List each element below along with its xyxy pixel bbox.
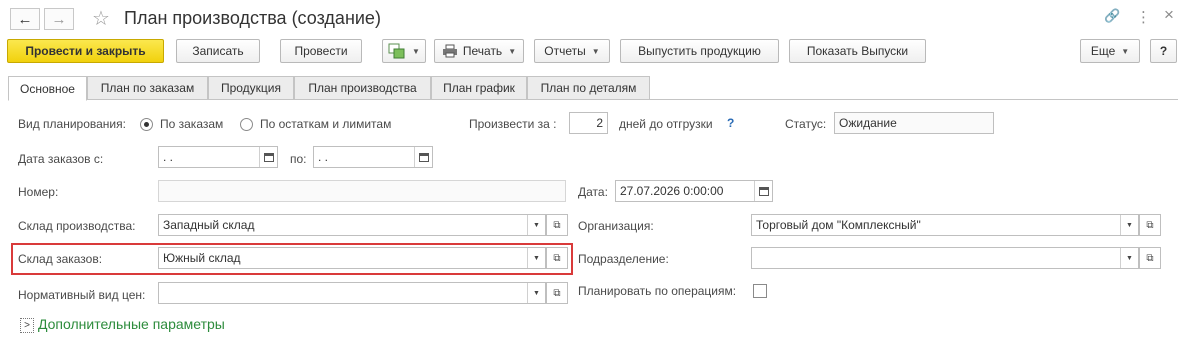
post-and-close-button[interactable]: Провести и закрыть (7, 39, 164, 63)
days-suffix-label: дней до отгрузки (619, 117, 713, 131)
dropdown-arrow-icon[interactable]: ▼ (527, 248, 545, 268)
create-based-on-icon (388, 43, 405, 59)
plan-by-operations-label: Планировать по операциям: (578, 284, 737, 298)
more-actions-icon[interactable]: ⋮ (1136, 8, 1151, 26)
chevron-down-icon: ▼ (412, 46, 420, 56)
open-warehouse-button[interactable]: ⧉ (546, 214, 568, 236)
date-from-input[interactable]: . . (158, 146, 278, 168)
printer-icon (442, 44, 457, 58)
dropdown-arrow-icon[interactable]: ▼ (527, 283, 545, 303)
open-form-icon: ⧉ (1146, 219, 1154, 231)
number-field[interactable] (158, 180, 566, 202)
open-price-type-button[interactable]: ⧉ (546, 282, 568, 304)
expand-chevron-icon[interactable]: > (20, 318, 34, 333)
production-warehouse-select[interactable]: Западный склад ▼ (158, 214, 546, 236)
release-products-button[interactable]: Выпустить продукцию (620, 39, 779, 63)
open-organization-button[interactable]: ⧉ (1139, 214, 1161, 236)
post-button[interactable]: Провести (280, 39, 362, 63)
print-button[interactable]: Печать ▼ (434, 39, 524, 63)
organization-select[interactable]: Торговый дом "Комплексный" ▼ (751, 214, 1139, 236)
forward-arrow-icon: → (51, 10, 67, 28)
link-icon[interactable]: 🔗 (1104, 8, 1120, 24)
document-date-input[interactable]: 27.07.2026 0:00:00 (615, 180, 773, 202)
help-button[interactable]: ? (1150, 39, 1177, 63)
number-label: Номер: (18, 185, 59, 199)
tab-products[interactable]: Продукция (208, 76, 294, 100)
status-label: Статус: (785, 117, 827, 131)
open-form-icon: ⧉ (553, 287, 561, 299)
more-button[interactable]: Еще ▼ (1080, 39, 1140, 63)
status-field: Ожидание (834, 112, 994, 134)
planning-type-label: Вид планирования: (18, 117, 126, 131)
radio-by-stock[interactable] (240, 118, 253, 131)
date-to-label: по: (290, 152, 307, 166)
produce-for-label: Произвести за : (469, 117, 557, 131)
tab-plan-by-orders[interactable]: План по заказам (87, 76, 208, 100)
produce-days-input[interactable]: 2 (569, 112, 608, 134)
dropdown-arrow-icon[interactable]: ▼ (1120, 215, 1138, 235)
radio-by-orders[interactable] (140, 118, 153, 131)
orders-date-from-label: Дата заказов с: (18, 152, 104, 166)
department-select[interactable]: ▼ (751, 247, 1139, 269)
price-type-label: Нормативный вид цен: (18, 288, 146, 302)
chevron-down-icon: ▼ (1121, 46, 1130, 56)
favorite-star-icon[interactable]: ☆ (92, 6, 110, 31)
window-title: План производства (создание) (124, 8, 381, 28)
radio-by-stock-label[interactable]: По остаткам и лимитам (260, 117, 391, 131)
back-button[interactable]: ← (10, 8, 40, 30)
radio-by-orders-label[interactable]: По заказам (160, 117, 223, 131)
show-releases-button[interactable]: Показать Выпуски (789, 39, 926, 63)
chevron-down-icon: ▼ (508, 46, 517, 56)
calendar-icon[interactable] (259, 147, 277, 167)
production-warehouse-label: Склад производства: (18, 219, 136, 233)
additional-parameters-link[interactable]: Дополнительные параметры (38, 316, 225, 332)
tab-plan-by-parts[interactable]: План по деталям (527, 76, 650, 100)
open-form-icon: ⧉ (553, 219, 561, 231)
dropdown-arrow-icon[interactable]: ▼ (1120, 248, 1138, 268)
orders-warehouse-select[interactable]: Южный склад ▼ (158, 247, 546, 269)
tab-main[interactable]: Основное (8, 76, 87, 101)
open-form-icon: ⧉ (553, 252, 561, 264)
close-icon[interactable]: × (1164, 5, 1174, 25)
tab-production-plan[interactable]: План производства (294, 76, 431, 100)
date-label: Дата: (578, 185, 608, 199)
orders-warehouse-label: Склад заказов: (18, 252, 103, 266)
date-to-input[interactable]: . . (313, 146, 433, 168)
plan-by-operations-checkbox[interactable] (753, 284, 767, 298)
chevron-down-icon: ▼ (591, 46, 600, 56)
reports-button[interactable]: Отчеты ▼ (534, 39, 610, 63)
organization-label: Организация: (578, 219, 654, 233)
dropdown-arrow-icon[interactable]: ▼ (527, 215, 545, 235)
department-label: Подразделение: (578, 252, 669, 266)
price-type-select[interactable]: ▼ (158, 282, 546, 304)
open-department-button[interactable]: ⧉ (1139, 247, 1161, 269)
back-arrow-icon: ← (17, 10, 33, 28)
forward-button[interactable]: → (44, 8, 74, 30)
help-question-icon[interactable]: ? (727, 116, 734, 130)
calendar-icon[interactable] (754, 181, 772, 201)
calendar-icon[interactable] (414, 147, 432, 167)
save-button[interactable]: Записать (176, 39, 260, 63)
open-orders-warehouse-button[interactable]: ⧉ (546, 247, 568, 269)
create-based-on-button[interactable]: ▼ (382, 39, 426, 63)
open-form-icon: ⧉ (1146, 252, 1154, 264)
tab-plan-schedule[interactable]: План график (431, 76, 527, 100)
